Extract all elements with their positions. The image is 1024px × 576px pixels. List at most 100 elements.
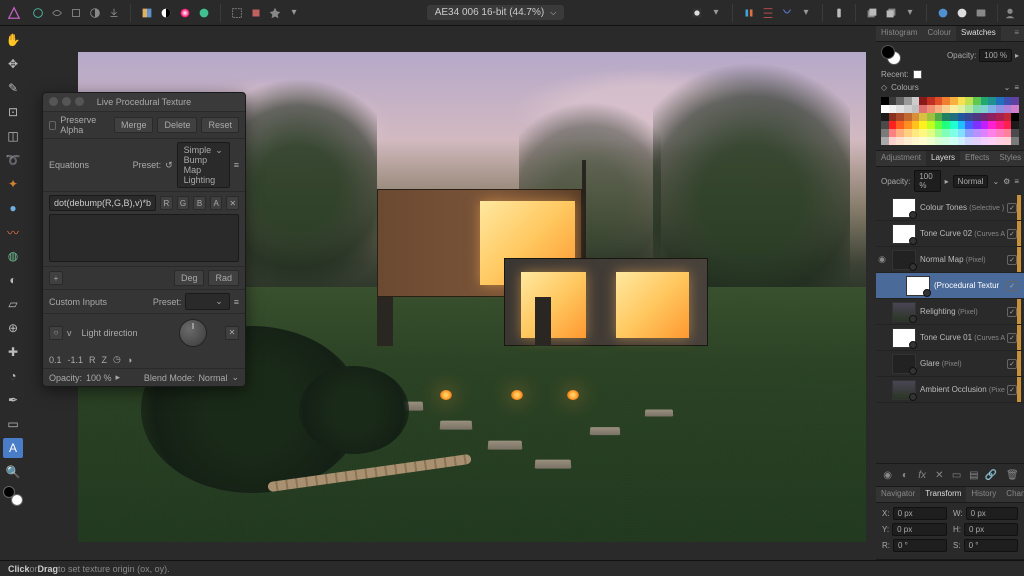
layer-visibility-icon[interactable]: ◉	[876, 254, 888, 265]
tab-adjustment[interactable]: Adjustment	[876, 151, 926, 166]
lasso-tool[interactable]: ➰	[3, 150, 23, 170]
color-wheel-icon[interactable]	[177, 5, 193, 21]
gradient-tool[interactable]: ◐	[3, 270, 23, 290]
palette-swatch[interactable]	[1011, 113, 1019, 121]
palette-swatch[interactable]	[950, 129, 958, 137]
transform-s[interactable]: 0 °	[964, 539, 1018, 552]
tab-navigator[interactable]: Navigator	[876, 487, 920, 502]
close-dot[interactable]	[49, 97, 58, 106]
fg-bg-swatch[interactable]	[881, 45, 901, 65]
palette-swatch[interactable]	[996, 113, 1004, 121]
palette-swatch[interactable]	[912, 137, 920, 145]
palette-swatch[interactable]	[958, 105, 966, 113]
palette-swatch[interactable]	[889, 137, 897, 145]
palette-swatch[interactable]	[988, 105, 996, 113]
palette-swatch[interactable]	[896, 113, 904, 121]
palette-swatch[interactable]	[896, 121, 904, 129]
shape-tool[interactable]: ▭	[3, 414, 23, 434]
palette-swatch[interactable]	[981, 105, 989, 113]
force-align-icon[interactable]	[779, 5, 795, 21]
palette-swatch[interactable]	[958, 137, 966, 145]
add-equation-button[interactable]: +	[49, 271, 63, 285]
palette-swatch[interactable]	[881, 129, 889, 137]
group-layer-button[interactable]: ▭	[950, 468, 963, 482]
transform-x[interactable]: 0 px	[893, 507, 947, 520]
arrange-front-icon[interactable]	[883, 5, 899, 21]
palette-swatch[interactable]	[1004, 105, 1012, 113]
palette-swatch[interactable]	[988, 97, 996, 105]
tab-history[interactable]: History	[966, 487, 1001, 502]
layer-row[interactable]: Glare (Pixel)✓	[876, 351, 1024, 377]
dlg-blend-value[interactable]: Normal	[198, 373, 227, 383]
palette-swatch[interactable]	[942, 121, 950, 129]
arrange-back-icon[interactable]	[864, 5, 880, 21]
layer-thumbnail[interactable]	[906, 276, 930, 296]
equation-preset-dropdown[interactable]: Simple Bump Map Lighting⌄	[177, 142, 230, 188]
tab-styles[interactable]: Styles	[994, 151, 1024, 166]
equation-input[interactable]: dot(debump(R,G,B),v)*b	[49, 195, 156, 211]
palette-swatch[interactable]	[950, 97, 958, 105]
min-dot[interactable]	[62, 97, 71, 106]
tab-layers[interactable]: Layers	[926, 151, 960, 166]
palette-swatch[interactable]	[912, 97, 920, 105]
colours-dropdown-icon[interactable]: ⌄	[1004, 83, 1011, 92]
sw-opacity-value[interactable]: 100 %	[979, 49, 1012, 62]
marquee-tool[interactable]: ◫	[3, 126, 23, 146]
palette-swatch[interactable]	[927, 97, 935, 105]
layer-thumbnail[interactable]	[892, 328, 916, 348]
assistant-icon[interactable]: ▾	[286, 5, 302, 21]
layers-opacity-value[interactable]: 100 %	[914, 170, 940, 192]
persona-develop-icon[interactable]	[68, 5, 84, 21]
palette-swatch[interactable]	[973, 105, 981, 113]
palette-swatch[interactable]	[942, 105, 950, 113]
palette-swatch[interactable]	[927, 113, 935, 121]
palette-swatch[interactable]	[942, 129, 950, 137]
palette-swatch[interactable]	[981, 97, 989, 105]
merge-button[interactable]: Merge	[114, 117, 154, 133]
add-layer-icon[interactable]	[935, 5, 951, 21]
palette-swatch[interactable]	[889, 113, 897, 121]
transform-h[interactable]: 0 px	[964, 523, 1018, 536]
link-layer-button[interactable]: 🔗	[985, 468, 998, 482]
palette-swatch[interactable]	[965, 129, 973, 137]
palette-swatch[interactable]	[965, 113, 973, 121]
max-dot[interactable]	[75, 97, 84, 106]
palette-swatch[interactable]	[935, 121, 943, 129]
adjust-layer-button[interactable]: ◐	[898, 468, 911, 482]
palette-swatch[interactable]	[896, 137, 904, 145]
deg-button[interactable]: Deg	[174, 270, 205, 286]
palette-swatch[interactable]	[935, 105, 943, 113]
palette-swatch[interactable]	[889, 129, 897, 137]
palette-swatch[interactable]	[881, 121, 889, 129]
persona-tone-icon[interactable]	[87, 5, 103, 21]
palette-swatch[interactable]	[950, 105, 958, 113]
text-tool[interactable]: A	[3, 438, 23, 458]
light-direction-knob[interactable]	[179, 319, 207, 347]
erase-tool[interactable]: ▱	[3, 294, 23, 314]
brush-select-tool[interactable]: ●	[3, 198, 23, 218]
palette-swatch[interactable]	[973, 129, 981, 137]
swatch-fg-bg[interactable]	[3, 486, 23, 506]
palette-swatch[interactable]	[996, 129, 1004, 137]
palette-swatch[interactable]	[904, 129, 912, 137]
layer-visibility-checkbox[interactable]: ✓	[1007, 307, 1017, 317]
palette-grid[interactable]	[881, 97, 1019, 145]
add-pixel-layer-button[interactable]: ▤	[967, 468, 980, 482]
palette-swatch[interactable]	[958, 113, 966, 121]
auto-icon[interactable]	[267, 5, 283, 21]
palette-swatch[interactable]	[988, 113, 996, 121]
palette-swatch[interactable]	[935, 97, 943, 105]
reset-button[interactable]: Reset	[201, 117, 239, 133]
palette-swatch[interactable]	[935, 137, 943, 145]
palette-swatch[interactable]	[912, 129, 920, 137]
channel-a-button[interactable]: A	[210, 196, 223, 210]
palette-swatch[interactable]	[889, 121, 897, 129]
palette-swatch[interactable]	[950, 121, 958, 129]
heal-tool[interactable]: ✚	[3, 342, 23, 362]
palette-swatch[interactable]	[958, 97, 966, 105]
swatches-menu-icon[interactable]: ≡	[1009, 26, 1024, 41]
dialog-titlebar[interactable]: Live Procedural Texture	[43, 93, 245, 111]
palette-swatch[interactable]	[1011, 97, 1019, 105]
palette-swatch[interactable]	[904, 105, 912, 113]
transform-y[interactable]: 0 px	[892, 523, 947, 536]
